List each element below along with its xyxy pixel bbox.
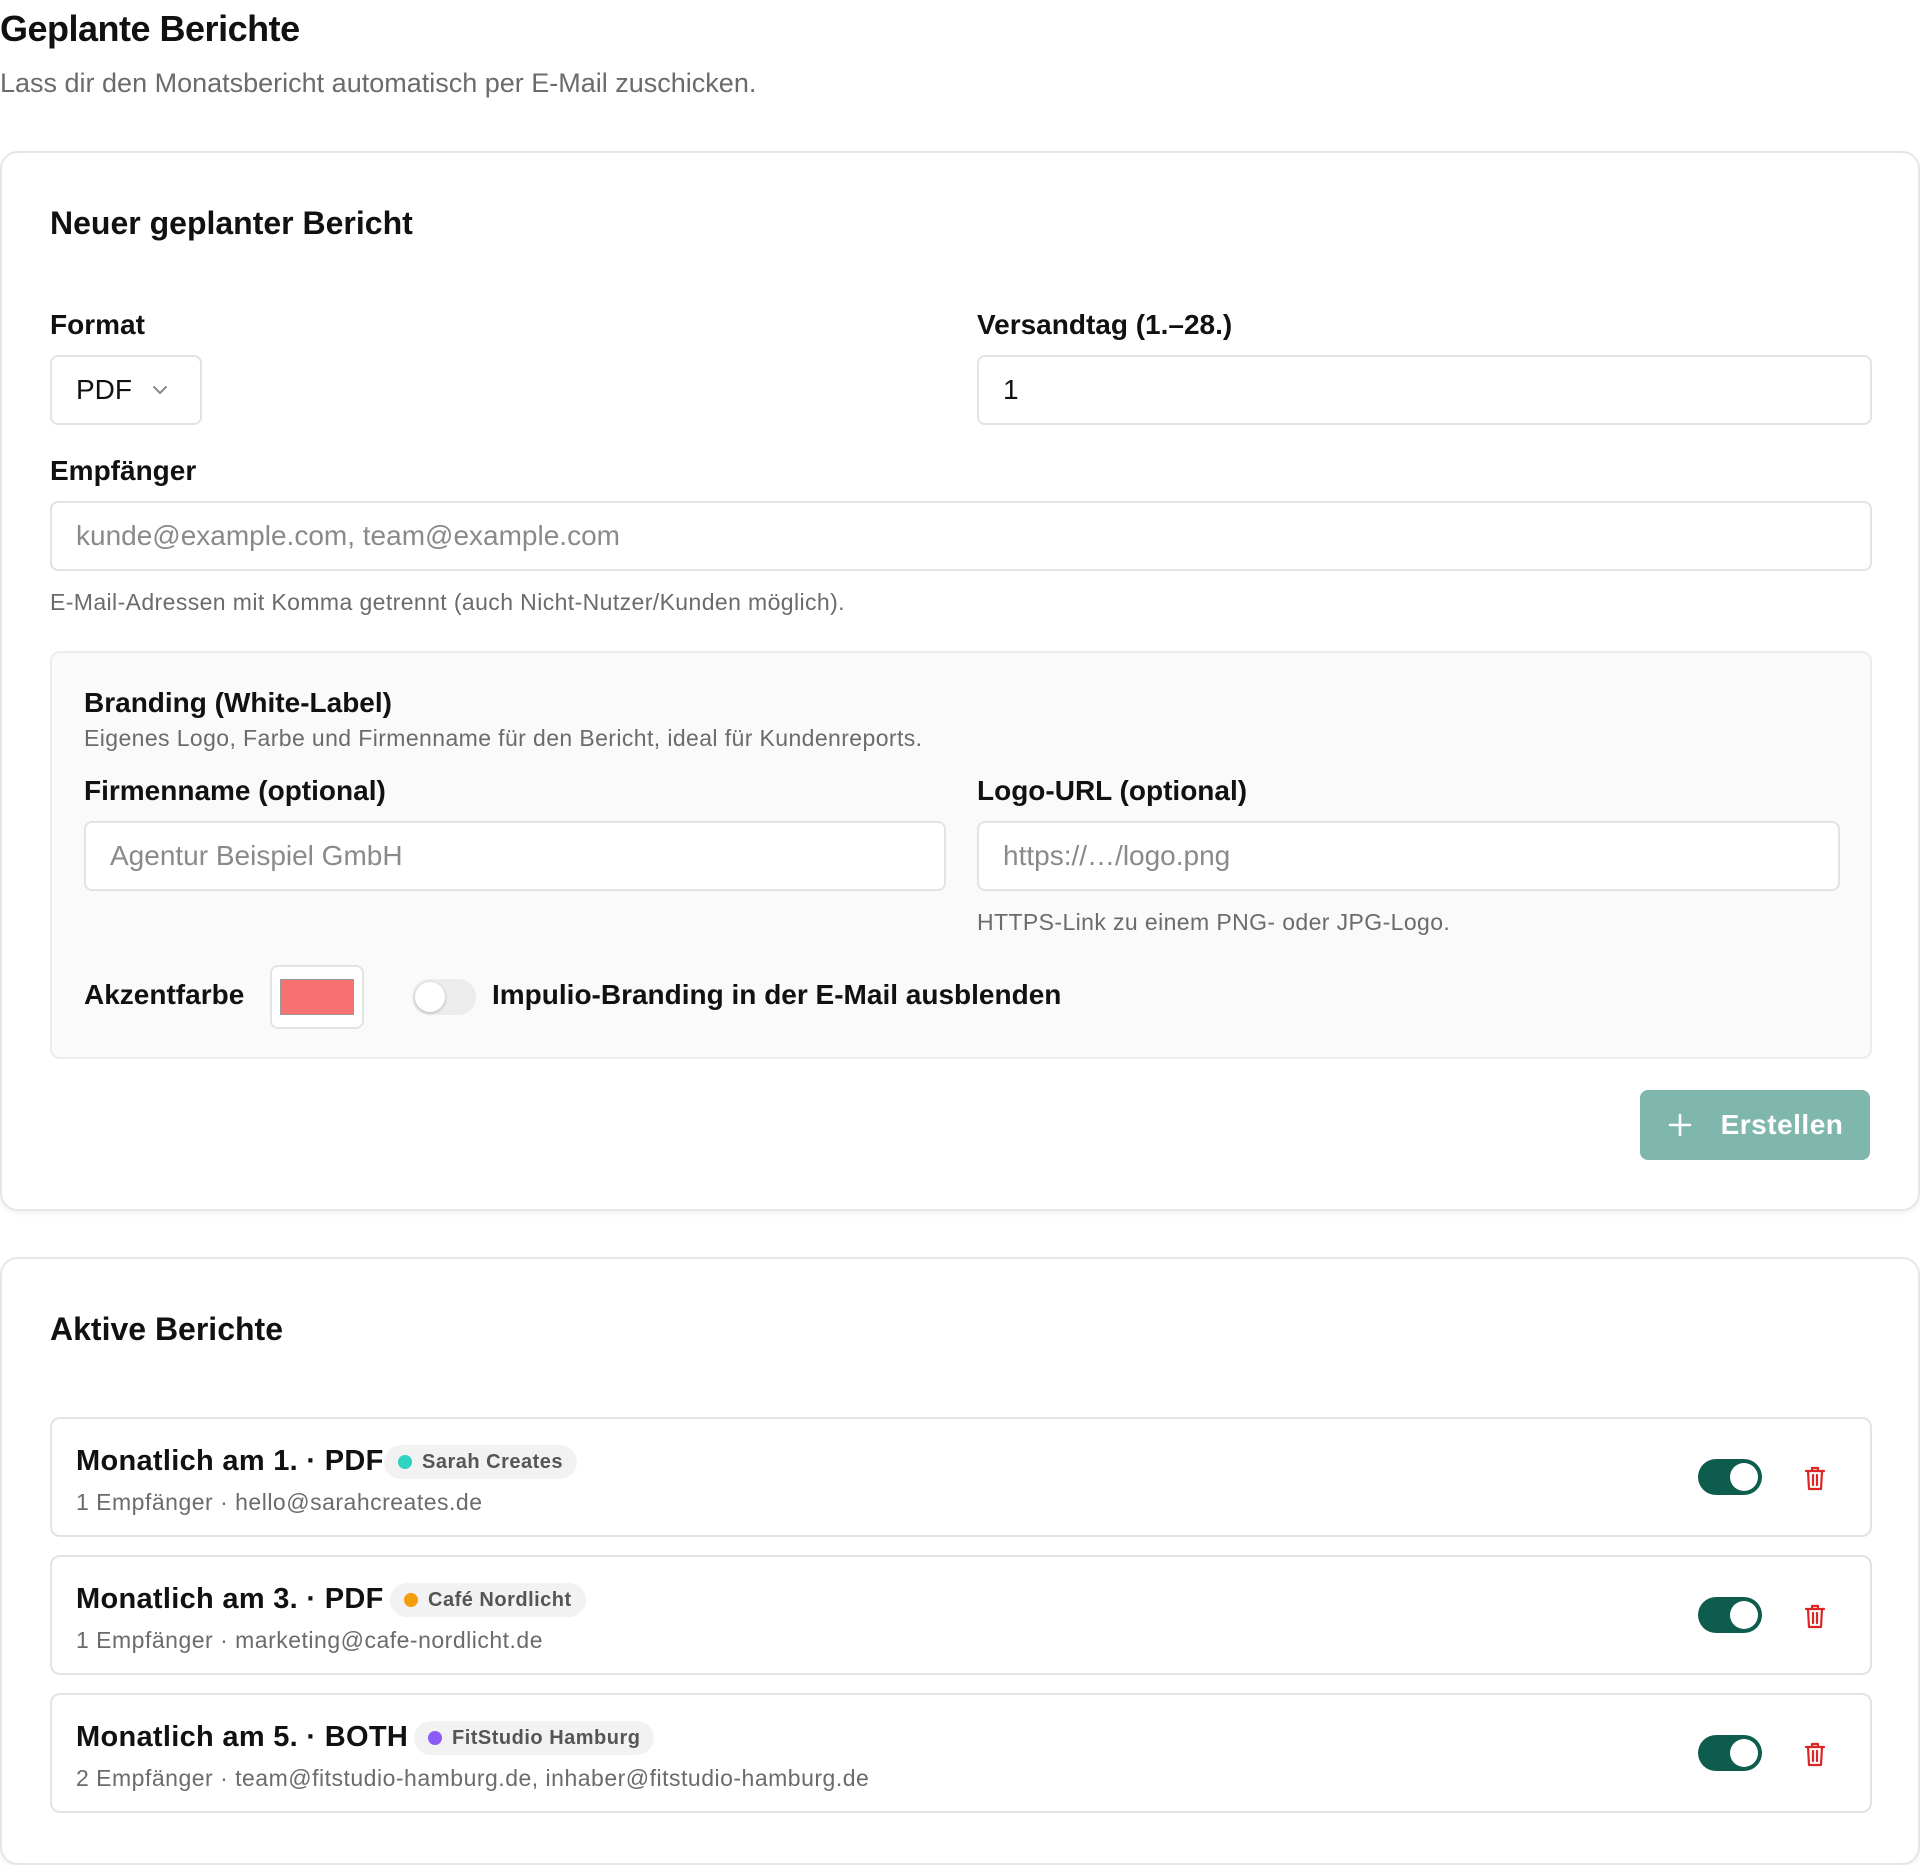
client-name: Sarah Creates <box>422 1450 564 1473</box>
report-item: Monatlich am 3. · PDF Café Nordlicht 1 E… <box>50 1555 1872 1675</box>
report-title: Monatlich am 1. · PDF <box>76 1445 384 1477</box>
format-value: PDF <box>76 374 132 405</box>
branding-panel: Branding (White-Label) Eigenes Logo, Far… <box>50 651 1872 1059</box>
active-reports-card: Aktive Berichte Monatlich am 1. · PDF Sa… <box>0 1257 1920 1865</box>
page-title: Geplante Berichte <box>0 8 300 49</box>
plus-icon <box>1668 1113 1691 1137</box>
company-input[interactable] <box>84 821 946 891</box>
client-color-dot <box>428 1731 442 1745</box>
report-title: Monatlich am 5. · BOTH <box>76 1721 409 1753</box>
recipients-label: Empfänger <box>50 455 197 486</box>
trash-icon[interactable] <box>1800 1463 1830 1493</box>
new-report-card: Neuer geplanter Bericht Format PDF Versa… <box>0 151 1920 1211</box>
recipients-hint: E-Mail-Adressen mit Komma getrennt (auch… <box>50 589 845 615</box>
client-name: Café Nordlicht <box>428 1588 572 1611</box>
client-chip: Café Nordlicht <box>390 1583 586 1617</box>
new-report-title: Neuer geplanter Bericht <box>50 205 413 241</box>
client-chip: Sarah Creates <box>384 1445 578 1479</box>
accent-color-swatch <box>280 979 354 1015</box>
format-label: Format <box>50 309 145 340</box>
logo-url-input[interactable] <box>977 821 1840 891</box>
report-enabled-toggle[interactable] <box>1698 1459 1762 1495</box>
logo-url-label: Logo-URL (optional) <box>977 775 1248 806</box>
accent-color-label: Akzentfarbe <box>84 979 245 1010</box>
create-button-label: Erstellen <box>1720 1109 1844 1140</box>
hide-branding-label: Impulio-Branding in der E-Mail ausblende… <box>492 979 1062 1010</box>
active-reports-title: Aktive Berichte <box>50 1311 283 1347</box>
toggle-knob <box>1730 1463 1758 1491</box>
recipients-input[interactable] <box>50 501 1872 571</box>
create-button[interactable]: Erstellen <box>1640 1090 1870 1160</box>
client-chip: FitStudio Hamburg <box>414 1721 655 1755</box>
report-item: Monatlich am 5. · BOTH FitStudio Hamburg… <box>50 1693 1872 1813</box>
hide-branding-toggle[interactable] <box>412 979 476 1015</box>
accent-color-picker[interactable] <box>270 965 364 1029</box>
toggle-knob <box>1730 1601 1758 1629</box>
day-label: Versandtag (1.–28.) <box>977 309 1233 340</box>
toggle-knob <box>415 982 445 1012</box>
report-enabled-toggle[interactable] <box>1698 1597 1762 1633</box>
report-recipients: 2 Empfänger · team@fitstudio-hamburg.de,… <box>76 1765 870 1791</box>
report-title: Monatlich am 3. · PDF <box>76 1583 384 1615</box>
company-label: Firmenname (optional) <box>84 775 386 806</box>
format-select[interactable]: PDF <box>50 355 202 425</box>
logo-url-hint: HTTPS-Link zu einem PNG- oder JPG-Logo. <box>977 909 1451 935</box>
client-name: FitStudio Hamburg <box>452 1726 641 1749</box>
page-subtitle: Lass dir den Monatsbericht automatisch p… <box>0 68 757 98</box>
client-color-dot <box>398 1455 412 1469</box>
report-recipients: 1 Empfänger · hello@sarahcreates.de <box>76 1489 483 1515</box>
report-item: Monatlich am 1. · PDF Sarah Creates 1 Em… <box>50 1417 1872 1537</box>
trash-icon[interactable] <box>1800 1739 1830 1769</box>
toggle-knob <box>1730 1739 1758 1767</box>
day-input[interactable] <box>977 355 1872 425</box>
client-color-dot <box>404 1593 418 1607</box>
branding-title: Branding (White-Label) <box>84 687 392 718</box>
branding-description: Eigenes Logo, Farbe und Firmenname für d… <box>84 725 923 751</box>
report-enabled-toggle[interactable] <box>1698 1735 1762 1771</box>
trash-icon[interactable] <box>1800 1601 1830 1631</box>
chevron-down-icon <box>153 386 167 394</box>
report-recipients: 1 Empfänger · marketing@cafe-nordlicht.d… <box>76 1627 544 1653</box>
